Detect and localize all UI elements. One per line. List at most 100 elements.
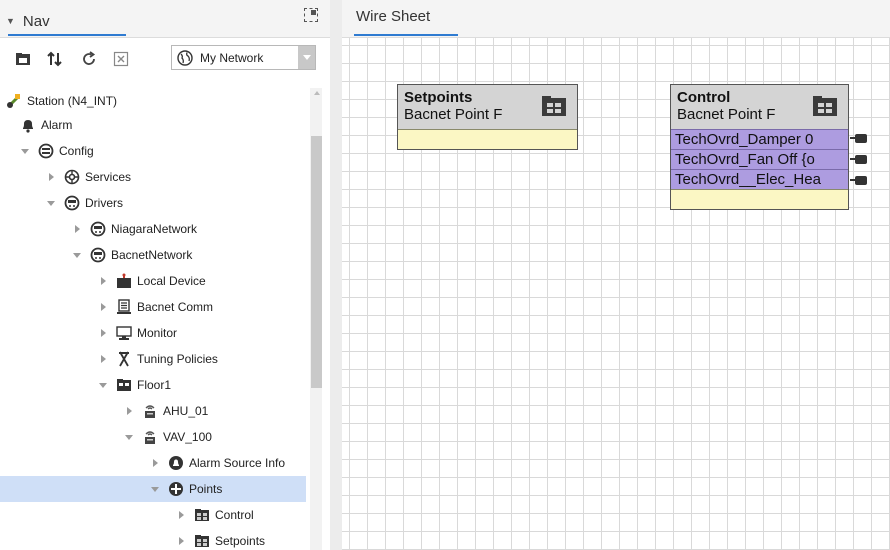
tree-item-config[interactable]: Config (0, 138, 306, 164)
maximize-icon[interactable] (304, 8, 318, 22)
tree-item-label: Bacnet Comm (137, 300, 214, 314)
tree-item-points[interactable]: Points (0, 476, 306, 502)
scroll-up-icon[interactable] (311, 88, 322, 98)
bell-icon (20, 117, 36, 133)
tree-item-vav-100[interactable]: VAV_100 (0, 424, 306, 450)
folder-grid-icon (813, 96, 837, 116)
tree-item-ahu-01[interactable]: AHU_01 (0, 398, 306, 424)
tree-item-alarm-source-info[interactable]: Alarm Source Info (0, 450, 306, 476)
globe-icon (176, 49, 194, 67)
comm-icon (116, 299, 132, 315)
refresh-icon[interactable] (80, 50, 98, 68)
control-block[interactable]: Control Bacnet Point F TechOvrd_Damper 0… (670, 84, 849, 210)
folder-grid-icon (194, 507, 210, 523)
nav-panel: ▼ Nav My Network Station (N4_INT) Alarm Co… (0, 0, 330, 550)
slot-output-knob[interactable] (850, 176, 867, 185)
tree-item-label: Setpoints (215, 534, 266, 548)
network-select-value: My Network (200, 50, 264, 65)
tree-item-label: Control (215, 508, 254, 522)
tree-item-control[interactable]: Control (0, 502, 306, 528)
alarm-source-icon (168, 455, 184, 471)
expand-right-icon[interactable] (98, 354, 108, 364)
tuning-icon (116, 351, 132, 367)
nav-tab-underline (8, 34, 126, 36)
expand-right-icon[interactable] (98, 302, 108, 312)
controller-icon (142, 429, 158, 445)
expand-down-icon[interactable] (20, 146, 30, 156)
drivers-icon (64, 195, 80, 211)
expand-right-icon[interactable] (46, 172, 56, 182)
tree-item-label: Services (85, 170, 132, 184)
chevron-down-icon[interactable] (298, 46, 315, 69)
tree-item-tuning-policies[interactable]: Tuning Policies (0, 346, 306, 372)
expand-right-icon[interactable] (72, 224, 82, 234)
tree-item-drivers[interactable]: Drivers (0, 190, 306, 216)
monitor-icon (116, 325, 132, 341)
expand-right-icon[interactable] (176, 510, 186, 520)
tree-item-monitor[interactable]: Monitor (0, 320, 306, 346)
tab-wire-sheet[interactable]: Wire Sheet (356, 8, 430, 25)
network-icon (90, 247, 106, 263)
open-folder-icon[interactable] (14, 50, 32, 68)
tree-item-label: Station (N4_INT) (27, 94, 118, 108)
tree-item-local-device[interactable]: Local Device (0, 268, 306, 294)
tree-item-label: Local Device (137, 274, 206, 288)
wiresheet-tab-underline (354, 34, 458, 36)
tree-item-bacnetnetwork[interactable]: BacnetNetwork (0, 242, 306, 268)
tree-item-label: Config (59, 144, 94, 158)
slot-output-knob[interactable] (850, 155, 867, 164)
nav-header: ▼ Nav (0, 0, 330, 38)
tree-item-niagaranetwork[interactable]: NiagaraNetwork (0, 216, 306, 242)
block-body (671, 189, 848, 209)
block-slot[interactable]: TechOvrd__Elec_Hea (671, 169, 848, 189)
slot-output-knob[interactable] (850, 134, 867, 143)
expand-right-icon[interactable] (98, 276, 108, 286)
points-icon (168, 481, 184, 497)
expand-right-icon[interactable] (176, 536, 186, 546)
station-icon (6, 93, 22, 109)
tree-item-alarm[interactable]: Alarm (0, 112, 306, 138)
chevron-down-icon[interactable]: ▼ (6, 16, 15, 26)
config-icon (38, 143, 54, 159)
network-select[interactable]: My Network (171, 45, 316, 70)
expand-down-icon[interactable] (98, 380, 108, 390)
tree-item-label: BacnetNetwork (111, 248, 193, 262)
expand-down-icon[interactable] (124, 432, 134, 442)
tree-item-label: Floor1 (137, 378, 172, 392)
nav-tab[interactable]: ▼ Nav (6, 6, 126, 36)
nav-tree: Station (N4_INT) Alarm Config Services Drive… (0, 88, 310, 550)
wiresheet-header: Wire Sheet (342, 0, 890, 38)
tree-item-bacnet-comm[interactable]: Bacnet Comm (0, 294, 306, 320)
expand-down-icon[interactable] (150, 484, 160, 494)
tree-item-label: Drivers (85, 196, 123, 210)
sort-icon[interactable] (46, 50, 64, 68)
tree-item-label: VAV_100 (163, 430, 212, 444)
setpoints-block[interactable]: Setpoints Bacnet Point F (397, 84, 578, 150)
nav-tab-label: Nav (22, 12, 50, 30)
expand-right-icon[interactable] (124, 406, 134, 416)
tree-item-setpoints[interactable]: Setpoints (0, 528, 306, 550)
tree-item-label: Monitor (137, 326, 178, 340)
block-header: Control Bacnet Point F (671, 85, 848, 129)
wiresheet-canvas[interactable]: Setpoints Bacnet Point F Control Bacnet … (342, 38, 890, 550)
tree-item-label: Alarm (41, 118, 73, 132)
tree-item-label: Alarm Source Info (189, 456, 286, 470)
tree-item-services[interactable]: Services (0, 164, 306, 190)
controller-icon (142, 403, 158, 419)
tree-scroll-thumb[interactable] (311, 136, 322, 388)
expand-down-icon[interactable] (46, 198, 56, 208)
close-icon[interactable] (112, 50, 130, 68)
folder-grid-icon (194, 533, 210, 549)
block-slot[interactable]: TechOvrd_Damper 0 (671, 129, 848, 149)
tree-item-label: Tuning Policies (137, 352, 218, 366)
folder-icon (116, 377, 132, 393)
tree-item-floor1[interactable]: Floor1 (0, 372, 306, 398)
block-slot[interactable]: TechOvrd_Fan Off {o (671, 149, 848, 169)
expand-right-icon[interactable] (98, 328, 108, 338)
expand-right-icon[interactable] (150, 458, 160, 468)
panel-divider[interactable] (330, 0, 342, 550)
tree-item-station-n4-int[interactable]: Station (N4_INT) (0, 88, 306, 114)
device-icon (116, 273, 132, 289)
network-icon (90, 221, 106, 237)
expand-down-icon[interactable] (72, 250, 82, 260)
